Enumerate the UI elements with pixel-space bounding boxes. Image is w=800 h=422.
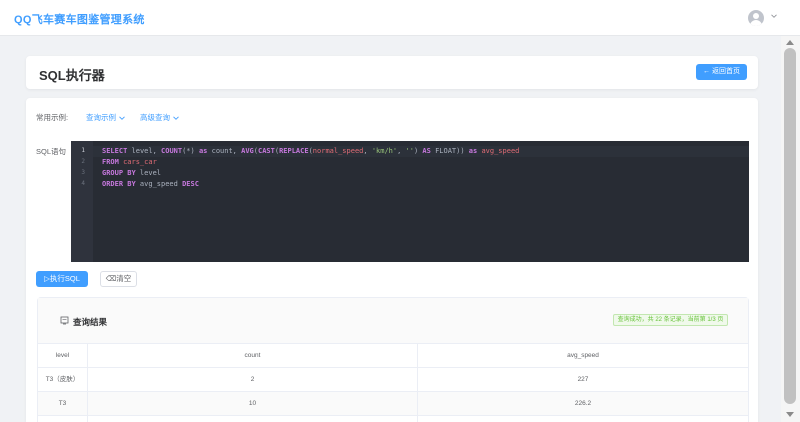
code-token: normal_speed: [312, 147, 364, 155]
run-sql-button[interactable]: ▷执行SQL: [36, 271, 88, 287]
sql-executor-card: 常用示例: 查询示例 高级查询 SQL语句 1 2 3 4 SELECT lev…: [26, 98, 758, 422]
user-avatar-icon[interactable]: [748, 10, 764, 26]
column-header-count[interactable]: count: [88, 344, 418, 368]
app-title: QQ飞车赛车图鉴管理系统: [14, 14, 145, 26]
code-line-3: GROUP BY level: [102, 169, 161, 177]
back-home-button[interactable]: ← 返回首页: [696, 64, 747, 80]
table-cell: 226.2: [418, 392, 748, 416]
advanced-query-label: 高级查询: [140, 113, 170, 122]
query-examples-dropdown[interactable]: 查询示例: [86, 112, 125, 123]
code-token: GROUP BY: [102, 169, 136, 177]
code-token: AS: [422, 147, 431, 155]
table-cell: [88, 416, 418, 422]
code-token: AVG: [241, 147, 254, 155]
code-line-2: FROM cars_car: [102, 158, 157, 166]
result-card: 查询结果 查询成功，共 22 条记录，当前第 1/3 页 level count…: [37, 297, 749, 422]
code-token: avg_speed: [135, 180, 183, 188]
editor-gutter: 1 2 3 4: [71, 141, 93, 262]
code-token: CAST: [257, 147, 275, 155]
status-badge: 查询成功，共 22 条记录，当前第 1/3 页: [613, 314, 728, 326]
sql-code-editor[interactable]: 1 2 3 4 SELECT level, COUNT(*) as count,…: [71, 141, 749, 262]
result-header: 查询结果 查询成功，共 22 条记录，当前第 1/3 页: [38, 298, 748, 344]
code-token: ,: [397, 147, 406, 155]
code-token: FLOAT)): [430, 147, 469, 155]
table-cell: [38, 416, 88, 422]
column-header-level[interactable]: level: [38, 344, 88, 368]
code-token: COUNT: [161, 147, 183, 155]
scrollbar-thumb[interactable]: [784, 48, 796, 404]
code-token: ORDER BY: [102, 180, 136, 188]
document-icon: [60, 316, 69, 325]
code-token: 'km/h': [371, 147, 398, 155]
code-line-4: ORDER BY avg_speed DESC: [102, 180, 199, 188]
table-cell: T3: [38, 392, 88, 416]
scroll-up-arrow[interactable]: [786, 40, 794, 45]
code-token: ,: [363, 147, 372, 155]
code-token: (*): [182, 147, 199, 155]
code-token: FROM: [102, 158, 119, 166]
top-bar: QQ飞车赛车图鉴管理系统: [0, 0, 800, 36]
code-token: REPLACE: [279, 147, 309, 155]
table-cell: 2: [88, 368, 418, 392]
result-title: 查询结果: [73, 317, 108, 327]
code-token: as: [468, 147, 478, 155]
chevron-down-icon[interactable]: [771, 13, 777, 19]
table-cell: T3（皮肤）: [38, 368, 88, 392]
code-token: avg_speed: [481, 147, 520, 155]
clear-button[interactable]: ⌫清空: [100, 271, 137, 287]
table-cell: 227: [418, 368, 748, 392]
page-title: SQL执行器: [39, 68, 105, 83]
line-number: 2: [81, 158, 85, 165]
column-header-avg-speed[interactable]: avg_speed: [418, 344, 748, 368]
line-number: 1: [81, 147, 85, 154]
code-token: level: [135, 169, 162, 177]
code-token: DESC: [182, 180, 199, 188]
examples-label: 常用示例:: [36, 113, 69, 122]
line-number: 3: [81, 169, 85, 176]
line-number: 4: [81, 180, 85, 187]
code-line-1: SELECT level, COUNT(*) as count, AVG(CAS…: [102, 147, 519, 155]
code-token: cars_car: [123, 158, 157, 166]
chevron-down-icon: [119, 116, 125, 120]
code-token: SELECT: [102, 147, 128, 155]
scroll-down-arrow[interactable]: [786, 412, 794, 417]
sql-label: SQL语句: [36, 147, 67, 156]
code-token: count,: [207, 147, 242, 155]
code-token: '': [405, 147, 414, 155]
chevron-down-icon: [173, 116, 179, 120]
query-examples-label: 查询示例: [86, 113, 116, 122]
table-cell: 10: [88, 392, 418, 416]
advanced-query-dropdown[interactable]: 高级查询: [140, 112, 179, 123]
code-token: level,: [127, 147, 162, 155]
header-card: SQL执行器 ← 返回首页: [26, 56, 758, 89]
